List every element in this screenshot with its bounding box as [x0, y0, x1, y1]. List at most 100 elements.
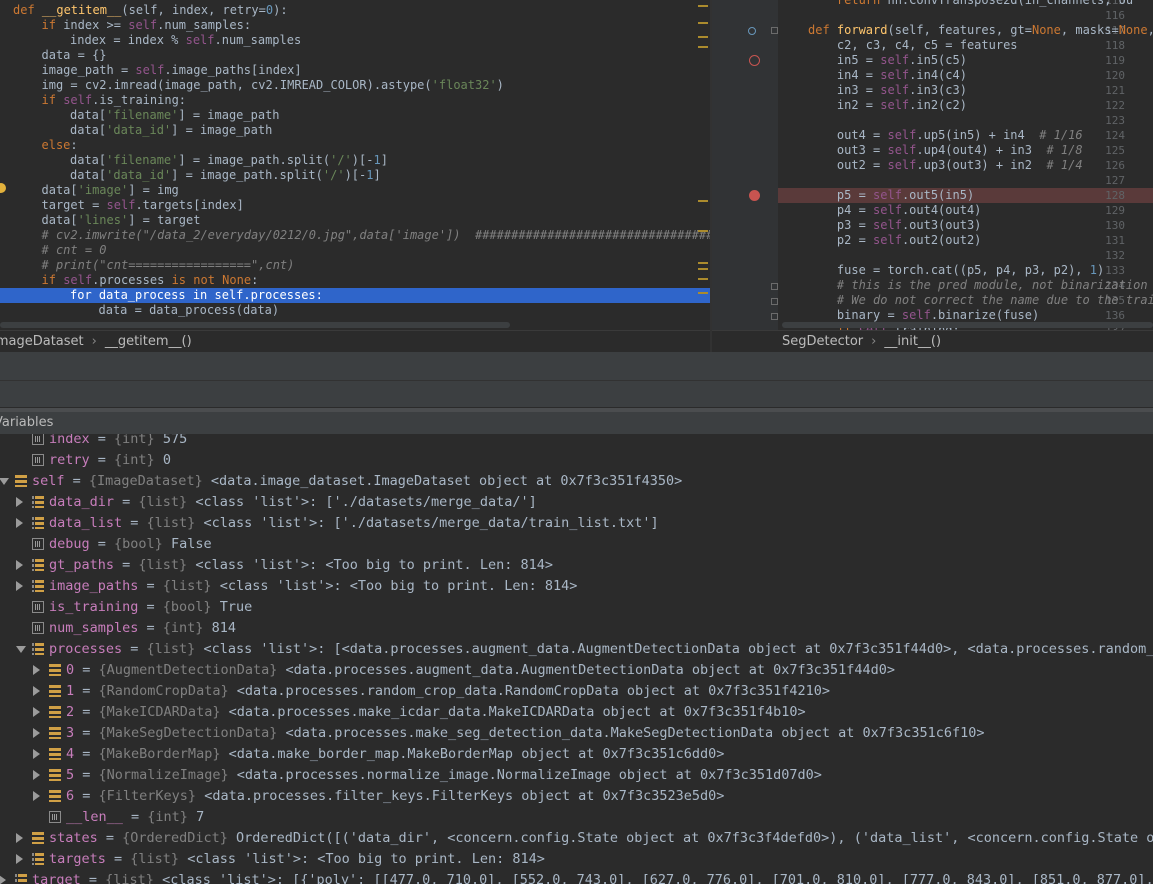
scrollbar-marker[interactable] [698, 22, 708, 24]
variable-row[interactable]: debug = {bool} False [0, 534, 1153, 555]
code-line[interactable]: data = {} [0, 48, 710, 63]
expand-arrow-icon[interactable] [33, 707, 40, 717]
code-line[interactable]: in4 = self.in4(c4) [808, 68, 1153, 83]
expand-arrow-icon[interactable] [33, 728, 40, 738]
collapse-arrow-icon[interactable] [0, 478, 9, 485]
line-number-gutter[interactable] [712, 0, 778, 330]
scrollbar-marker[interactable] [698, 5, 708, 7]
code-line[interactable]: p5 = self.out5(in5) [808, 188, 1153, 203]
variable-row[interactable]: states = {OrderedDict} OrderedDict([('da… [0, 828, 1153, 849]
variable-row[interactable]: gt_paths = {list} <class 'list'>: <Too b… [0, 555, 1153, 576]
code-line[interactable]: def forward(self, features, gt=None, mas… [808, 23, 1153, 38]
code-line[interactable]: # this is the pred module, not binarizat… [808, 278, 1153, 293]
variable-row[interactable]: self = {ImageDataset} <data.image_datase… [0, 471, 1153, 492]
code-line[interactable]: if self.is_training: [0, 93, 710, 108]
code-line[interactable] [808, 113, 1153, 128]
code-line[interactable]: out3 = self.up4(out4) + in3 # 1/8 [808, 143, 1153, 158]
variable-row[interactable]: processes = {list} <class 'list'>: [<dat… [0, 639, 1153, 660]
variable-row[interactable]: 3 = {MakeSegDetectionData} <data.process… [0, 723, 1153, 744]
horizontal-scrollbar[interactable] [782, 322, 1153, 328]
code-line[interactable]: data['filename'] = image_path [0, 108, 710, 123]
breakpoint-icon[interactable] [749, 190, 760, 201]
expand-arrow-icon[interactable] [16, 833, 23, 843]
code-line[interactable]: data['lines'] = target [0, 213, 710, 228]
code-line[interactable]: # cnt = 0 [0, 243, 710, 258]
variable-row[interactable]: 6 = {FilterKeys} <data.processes.filter_… [0, 786, 1153, 807]
expand-arrow-icon[interactable] [16, 518, 23, 528]
variable-row[interactable]: retry = {int} 0 [0, 450, 1153, 471]
fold-icon[interactable] [771, 313, 778, 320]
expand-arrow-icon[interactable] [33, 770, 40, 780]
scrollbar-marker[interactable] [698, 262, 708, 264]
code-line[interactable]: target = self.targets[index] [0, 198, 710, 213]
variable-row[interactable]: 5 = {NormalizeImage} <data.processes.nor… [0, 765, 1153, 786]
variable-row[interactable]: index = {int} 575 [0, 434, 1153, 450]
scrollbar-marker[interactable] [698, 230, 708, 232]
code-line[interactable]: fuse = torch.cat((p5, p4, p3, p2), 1) [808, 263, 1153, 278]
expand-arrow-icon[interactable] [33, 749, 40, 759]
right-editor[interactable]: 115 return nn.ConvTranspose2d(in_channel… [712, 0, 1153, 330]
code-line[interactable]: data = data_process(data) [0, 303, 710, 318]
scrollbar-marker[interactable] [698, 292, 708, 294]
code-line[interactable]: in5 = self.in5(c5) [808, 53, 1153, 68]
code-line[interactable]: p2 = self.out2(out2) [808, 233, 1153, 248]
variable-row[interactable]: 1 = {RandomCropData} <data.processes.ran… [0, 681, 1153, 702]
expand-arrow-icon[interactable] [16, 581, 23, 591]
code-line[interactable]: data['data_id'] = image_path [0, 123, 710, 138]
expand-arrow-icon[interactable] [16, 560, 23, 570]
code-line[interactable]: img = cv2.imread(image_path, cv2.IMREAD_… [0, 78, 710, 93]
variable-row[interactable]: data_list = {list} <class 'list'>: ['./d… [0, 513, 1153, 534]
code-line[interactable]: out2 = self.up3(out3) + in2 # 1/4 [808, 158, 1153, 173]
code-line[interactable]: data['filename'] = image_path.split('/')… [0, 153, 710, 168]
breadcrumb-class[interactable]: ImageDataset [0, 334, 84, 349]
code-line[interactable] [808, 248, 1153, 263]
code-line[interactable]: if index >= self.num_samples: [0, 18, 710, 33]
fold-icon[interactable] [771, 283, 778, 290]
code-line[interactable]: if self.processes is not None: [0, 273, 710, 288]
code-line[interactable] [808, 173, 1153, 188]
horizontal-scrollbar[interactable] [0, 322, 510, 328]
variable-row[interactable]: image_paths = {list} <class 'list'>: <To… [0, 576, 1153, 597]
expand-arrow-icon[interactable] [16, 854, 23, 864]
expand-arrow-icon[interactable] [0, 875, 6, 884]
code-line[interactable]: data['data_id'] = image_path.split('/')[… [0, 168, 710, 183]
code-line[interactable]: data['image'] = img [0, 183, 710, 198]
code-line[interactable]: p4 = self.out4(out4) [808, 203, 1153, 218]
fold-icon[interactable] [771, 298, 778, 305]
expand-arrow-icon[interactable] [16, 497, 23, 507]
breadcrumb-method[interactable]: __getitem__() [105, 334, 192, 349]
code-line[interactable]: p3 = self.out3(out3) [808, 218, 1153, 233]
code-line[interactable]: in3 = self.in3(c3) [808, 83, 1153, 98]
variable-row[interactable]: num_samples = {int} 814 [0, 618, 1153, 639]
variables-tree[interactable]: index = {int} 575 retry = {int} 0 self = {… [0, 434, 1153, 884]
scrollbar-marker[interactable] [698, 200, 708, 202]
expand-arrow-icon[interactable] [33, 686, 40, 696]
expand-arrow-icon[interactable] [33, 791, 40, 801]
code-line[interactable] [808, 8, 1153, 23]
expand-arrow-icon[interactable] [33, 665, 40, 675]
override-icon[interactable] [748, 27, 756, 35]
code-line[interactable]: # print("cnt=================",cnt) [0, 258, 710, 273]
fold-icon[interactable] [771, 27, 778, 34]
variable-row[interactable]: targets = {list} <class 'list'>: <Too bi… [0, 849, 1153, 870]
code-line[interactable]: for data_process in self.processes: [0, 288, 710, 303]
code-line[interactable]: image_path = self.image_paths[index] [0, 63, 710, 78]
code-line[interactable]: else: [0, 138, 710, 153]
code-line[interactable]: binary = self.binarize(fuse) [808, 308, 1153, 323]
variable-row[interactable]: 2 = {MakeICDARData} <data.processes.make… [0, 702, 1153, 723]
code-line[interactable]: def __getitem__(self, index, retry=0): [0, 3, 710, 18]
breadcrumb-method[interactable]: __init__() [884, 334, 941, 349]
code-line[interactable]: # We do not correct the name due to the … [808, 293, 1153, 308]
variable-row[interactable]: 0 = {AugmentDetectionData} <data.process… [0, 660, 1153, 681]
variable-row[interactable]: is_training = {bool} True [0, 597, 1153, 618]
left-editor[interactable]: def __getitem__(self, index, retry=0): if… [0, 0, 710, 330]
disabled-breakpoint-icon[interactable] [749, 55, 760, 66]
variable-row[interactable]: target = {list} <class 'list'>: [{'poly'… [0, 870, 1153, 884]
code-line[interactable]: in2 = self.in2(c2) [808, 98, 1153, 113]
scrollbar-marker[interactable] [698, 278, 708, 280]
scrollbar-marker[interactable] [698, 268, 708, 270]
scrollbar-marker[interactable] [698, 36, 708, 38]
collapse-arrow-icon[interactable] [16, 646, 26, 653]
variable-row[interactable]: data_dir = {list} <class 'list'>: ['./da… [0, 492, 1153, 513]
code-line[interactable]: index = index % self.num_samples [0, 33, 710, 48]
